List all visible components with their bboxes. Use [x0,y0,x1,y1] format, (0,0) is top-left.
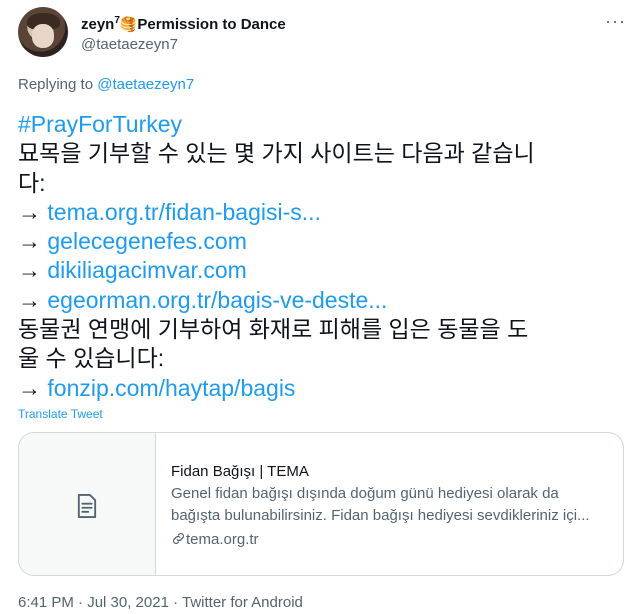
tweet-line: 동물권 연맹에 기부하여 화재로 피해를 입은 동물을 도 [18,316,529,343]
card-body: Fidan Bağışı | TEMA Genel fidan bağışı d… [171,461,611,551]
tweet-line: 묘목을 기부할 수 있는 몇 가지 사이트는 다음과 같습니 [18,140,535,167]
display-name-text: zeyn [81,16,115,33]
card-description: bağışta bulunabilirsiniz. Fidan bağışı h… [171,507,590,524]
hashtag-link[interactable]: #PrayForTurkey [18,110,622,139]
card-title: Fidan Bağışı | TEMA [171,463,309,480]
tweet-link-line: → tema.org.tr/fidan-bagisi-s... [18,198,622,227]
user-names: zeyn7🥞Permission to Dance @taetaezeyn7 [81,11,286,55]
url-link[interactable]: tema.org.tr/fidan-bagisi-s... [47,199,321,225]
card-domain: tema.org.tr [171,529,611,551]
arrow: → [18,286,48,313]
replying-mention-link[interactable]: @taetaezeyn7 [97,76,194,93]
translate-tweet-link[interactable]: Translate Tweet [18,407,103,421]
arrow: → [18,257,48,284]
arrow: → [18,228,48,255]
replying-prefix: Replying to [18,76,98,93]
url-link[interactable]: egeorman.org.tr/bagis-ve-deste... [47,287,387,313]
link-icon [173,533,184,544]
avatar-face [32,24,54,48]
display-name-suffix: Permission to Dance [137,16,286,33]
tweet-header: zeyn7🥞Permission to Dance @taetaezeyn7 ·… [18,7,626,59]
tweet-link-line: → egeorman.org.tr/bagis-ve-deste... [18,286,622,315]
tweet-link-line: → fonzip.com/haytap/bagis [18,374,622,403]
arrow: → [18,374,48,401]
link-card[interactable]: Fidan Bağışı | TEMA Genel fidan bağışı d… [18,432,624,576]
tweet-link-line: → dikiliagacimvar.com [18,256,622,285]
arrow: → [18,198,48,225]
tweet-line: 울 수 있습니다: [18,345,165,372]
pancake-emoji: 🥞 [119,16,138,32]
tweet-meta[interactable]: 6:41 PM · Jul 30, 2021 · Twitter for And… [18,594,303,611]
replying-to: Replying to @taetaezeyn7 [18,76,194,93]
card-thumbnail [19,433,156,575]
more-horizontal-icon[interactable]: ··· [605,11,626,32]
document-icon [77,493,97,519]
card-description: Genel fidan bağışı dışında doğum günü he… [171,485,559,502]
tweet-line: 다: [18,169,46,196]
url-link[interactable]: dikiliagacimvar.com [47,257,246,283]
url-link[interactable]: gelecegenefes.com [47,228,246,254]
display-name[interactable]: zeyn7🥞Permission to Dance [81,11,286,35]
user-handle[interactable]: @taetaezeyn7 [81,35,286,55]
tweet-text: #PrayForTurkey 묘목을 기부할 수 있는 몇 가지 사이트는 다음… [18,110,622,403]
card-domain-text: tema.org.tr [186,531,259,548]
tweet-link-line: → gelecegenefes.com [18,227,622,256]
url-link[interactable]: fonzip.com/haytap/bagis [47,375,295,401]
avatar[interactable] [18,7,68,57]
